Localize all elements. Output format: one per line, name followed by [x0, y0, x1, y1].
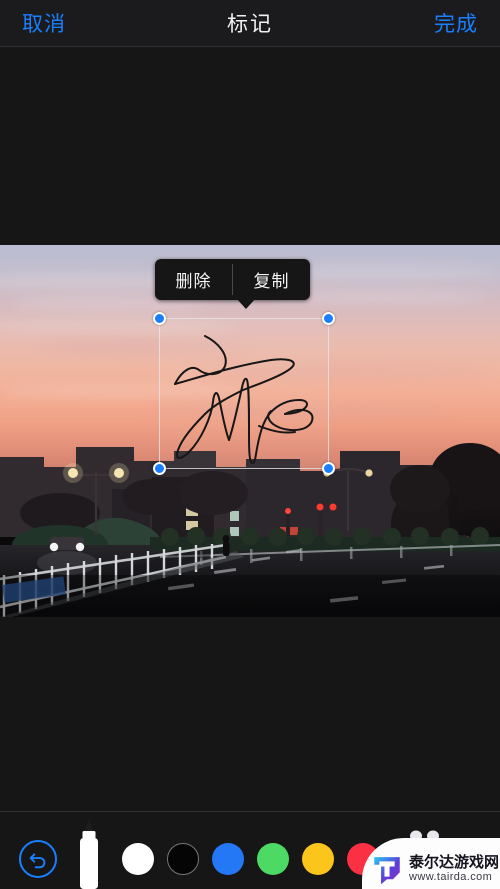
undo-arrow-icon — [29, 853, 46, 869]
undo-button[interactable] — [19, 840, 57, 878]
color-swatch-blue[interactable] — [212, 843, 244, 875]
watermark-logo-icon — [374, 857, 400, 885]
resize-handle-bottom-right[interactable] — [322, 462, 335, 475]
context-menu-delete[interactable]: 删除 — [155, 259, 232, 300]
done-button[interactable]: 完成 — [416, 8, 496, 38]
top-navigation-bar: 取消 标记 完成 — [0, 0, 500, 47]
resize-handle-top-right[interactable] — [322, 312, 335, 325]
cancel-button[interactable]: 取消 — [4, 8, 84, 38]
watermark-badge: 泰尔达游戏网 www.tairda.com — [362, 838, 500, 889]
watermark-site-name: 泰尔达游戏网 — [409, 854, 500, 872]
color-swatch-yellow[interactable] — [302, 843, 334, 875]
markup-canvas[interactable]: 删除 复制 — [0, 47, 500, 811]
context-menu[interactable]: 删除 复制 — [155, 259, 310, 300]
resize-handle-bottom-left[interactable] — [153, 462, 166, 475]
resize-handle-top-left[interactable] — [153, 312, 166, 325]
watermark-url: www.tairda.com — [409, 871, 493, 884]
marker-pen-icon — [80, 818, 98, 889]
color-swatch-green[interactable] — [257, 843, 289, 875]
color-swatch-white[interactable] — [122, 843, 154, 875]
context-menu-arrow — [236, 298, 256, 309]
watermark-text: 泰尔达游戏网 www.tairda.com — [409, 854, 499, 884]
context-menu-copy[interactable]: 复制 — [233, 259, 310, 300]
marker-pen-tool[interactable] — [76, 817, 102, 889]
markup-editor-screen: 取消 标记 完成 删除 复制 泰尔达游戏网 www.tairda.com — [0, 0, 500, 889]
color-swatch-black[interactable] — [167, 843, 199, 875]
annotation-selection-box[interactable] — [153, 312, 335, 475]
